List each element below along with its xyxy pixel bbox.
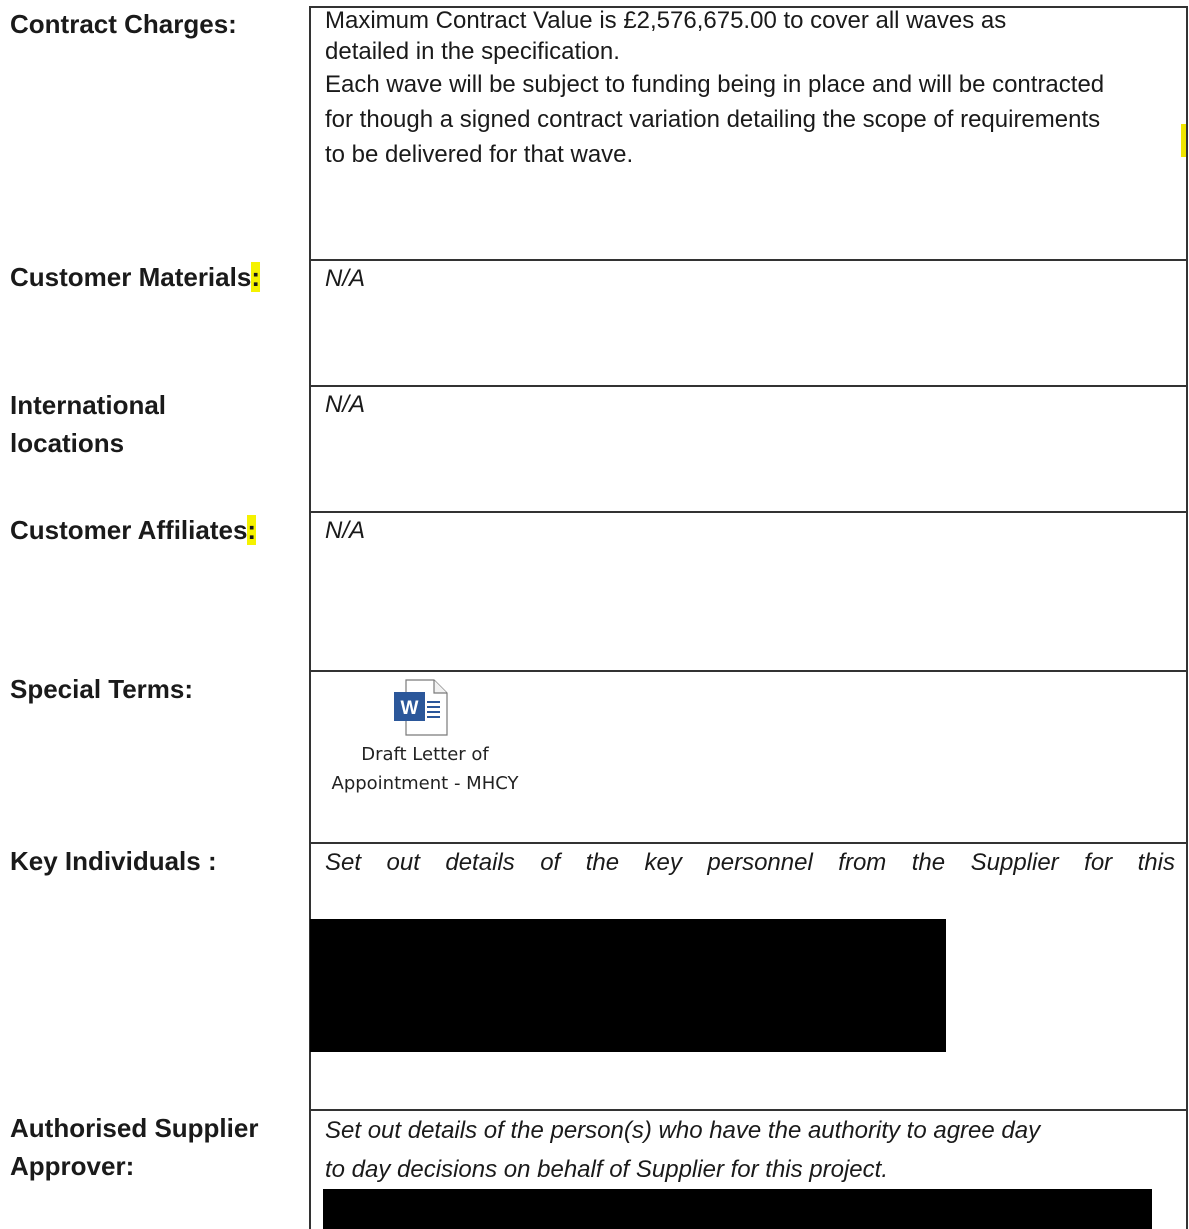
customer-materials-label-text: Customer Materials [10, 262, 252, 292]
contract-charges-line: detailed in the specification. [325, 38, 620, 65]
contract-charges-value: Maximum Contract Value is £2,576,675.00 … [325, 5, 1104, 172]
attachment-filename-line: Draft Letter of [361, 744, 489, 765]
approver-text-line: Set out details of the person(s) who hav… [325, 1117, 1041, 1144]
authorised-supplier-approver-label-line: Approver: [10, 1151, 135, 1181]
key-individuals-value: Set out details of the key personnel fro… [325, 849, 1175, 876]
highlighted-colon: : [251, 262, 260, 292]
contract-charges-line: for though a signed contract variation d… [325, 106, 1101, 133]
international-locations-value: N/A [325, 391, 366, 418]
revision-highlight-mark [1181, 124, 1186, 157]
authorised-supplier-approver-label: Authorised Supplier Approver: [10, 1109, 258, 1185]
row-divider [309, 842, 1188, 844]
redaction-block [323, 1189, 1152, 1229]
customer-materials-value: N/A [325, 265, 366, 292]
authorised-supplier-approver-label-line: Authorised Supplier [10, 1113, 259, 1143]
contract-charges-line: Maximum Contract Value is £2,576,675.00 … [325, 7, 1007, 34]
customer-affiliates-value: N/A [325, 517, 366, 544]
international-locations-label-line: locations [10, 428, 125, 458]
contract-charges-line: to be delivered for that wave. [325, 141, 634, 168]
approver-text-line: to day decisions on behalf of Supplier f… [325, 1156, 888, 1183]
contract-charges-line: Each wave will be subject to funding bei… [325, 71, 1105, 98]
attachment-filename[interactable]: Draft Letter of Appointment - MHCY [325, 740, 525, 798]
special-terms-label: Special Terms: [10, 674, 194, 704]
table-right-border [1186, 6, 1188, 1229]
customer-materials-label: Customer Materials: [10, 258, 260, 296]
customer-affiliates-label: Customer Affiliates: [10, 511, 257, 549]
highlighted-colon: : [247, 515, 257, 545]
word-icon-letter: W [401, 698, 419, 719]
redaction-block [310, 919, 946, 1052]
word-document-icon[interactable]: W [392, 679, 448, 736]
row-divider [309, 259, 1188, 261]
attachment-filename-line: Appointment - MHCY [331, 773, 519, 794]
key-individuals-label: Key Individuals : [10, 846, 217, 876]
international-locations-label-line: International [10, 390, 167, 420]
row-divider [309, 670, 1188, 672]
international-locations-label: International locations [10, 386, 166, 462]
contract-charges-label: Contract Charges: [10, 9, 237, 39]
row-divider [309, 385, 1188, 387]
authorised-supplier-approver-value: Set out details of the person(s) who hav… [325, 1111, 1040, 1189]
customer-affiliates-label-text: Customer Affiliates [10, 515, 248, 545]
row-divider [309, 511, 1188, 513]
